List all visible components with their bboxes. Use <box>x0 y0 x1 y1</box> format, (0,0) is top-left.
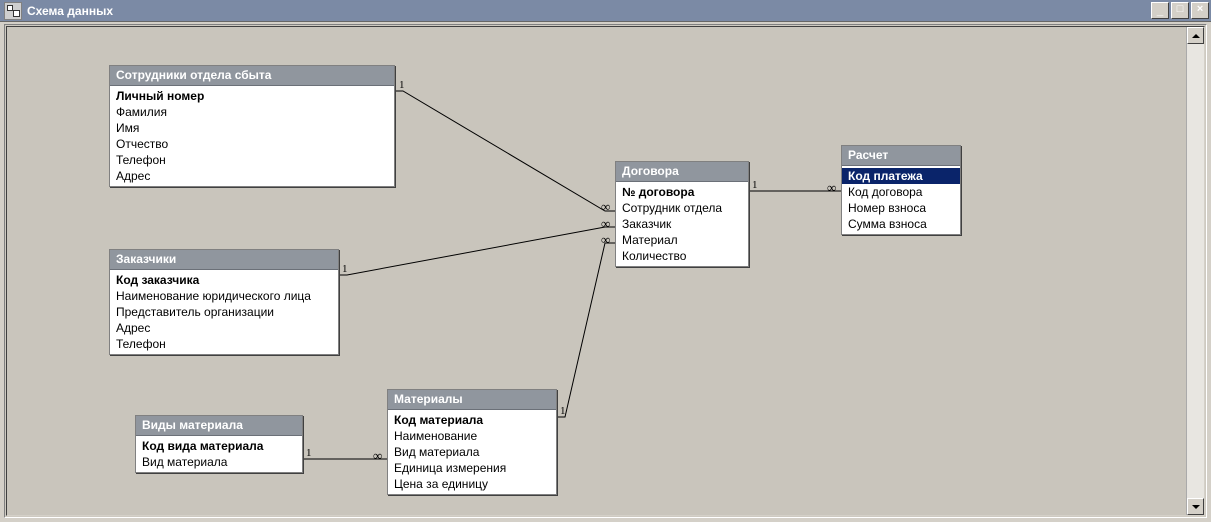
field[interactable]: Номер взноса <box>842 200 960 216</box>
field[interactable]: Наименование <box>388 428 556 444</box>
field[interactable]: Вид материала <box>136 454 302 470</box>
field[interactable]: Телефон <box>110 152 394 168</box>
table-title: Договора <box>616 162 748 182</box>
scroll-up-button[interactable] <box>1187 27 1204 44</box>
table-title: Расчет <box>842 146 960 166</box>
field[interactable]: Адрес <box>110 320 338 336</box>
table-title: Материалы <box>388 390 556 410</box>
cardinality-one: 1 <box>306 447 312 459</box>
titlebar: Схема данных _ □ × <box>0 0 1211 22</box>
maximize-button[interactable]: □ <box>1171 2 1189 19</box>
arrow-down-icon <box>1192 505 1200 509</box>
window-title: Схема данных <box>27 4 1149 18</box>
client-area: 1 ∞ 1 ∞ 1 ∞ 1 ∞ 1 ∞ Сотрудники отдела сб… <box>4 24 1207 518</box>
field[interactable]: Представитель организации <box>110 304 338 320</box>
field-pk[interactable]: Код материала <box>388 412 556 428</box>
field[interactable]: Наименование юридического лица <box>110 288 338 304</box>
arrow-up-icon <box>1192 34 1200 38</box>
field[interactable]: Имя <box>110 120 394 136</box>
scroll-down-button[interactable] <box>1187 498 1204 515</box>
field[interactable]: Отчество <box>110 136 394 152</box>
table-title: Заказчики <box>110 250 338 270</box>
cardinality-one: 1 <box>342 263 348 275</box>
vertical-scrollbar[interactable] <box>1186 27 1204 515</box>
field-pk[interactable]: Код заказчика <box>110 272 338 288</box>
cardinality-many: ∞ <box>373 448 382 464</box>
cardinality-many: ∞ <box>601 199 610 215</box>
cardinality-one: 1 <box>560 405 566 417</box>
cardinality-one: 1 <box>399 79 405 91</box>
close-button[interactable]: × <box>1191 2 1209 19</box>
field[interactable]: Заказчик <box>616 216 748 232</box>
field[interactable]: Телефон <box>110 336 338 352</box>
field[interactable]: Цена за единицу <box>388 476 556 492</box>
table-materials[interactable]: Материалы Код материала Наименование Вид… <box>387 389 557 495</box>
cardinality-one: 1 <box>752 179 758 191</box>
field-pk-selected[interactable]: Код платежа <box>842 168 960 184</box>
field[interactable]: Количество <box>616 248 748 264</box>
minimize-button[interactable]: _ <box>1151 2 1169 19</box>
cardinality-many: ∞ <box>601 216 610 232</box>
field[interactable]: Код договора <box>842 184 960 200</box>
table-title: Сотрудники отдела сбыта <box>110 66 394 86</box>
table-employees[interactable]: Сотрудники отдела сбыта Личный номер Фам… <box>109 65 395 187</box>
field[interactable]: Сотрудник отдела <box>616 200 748 216</box>
cardinality-many: ∞ <box>827 180 836 196</box>
scroll-track[interactable] <box>1187 44 1204 498</box>
table-contracts[interactable]: Договора № договора Сотрудник отдела Зак… <box>615 161 749 267</box>
field-pk[interactable]: № договора <box>616 184 748 200</box>
table-payment[interactable]: Расчет Код платежа Код договора Номер вз… <box>841 145 961 235</box>
table-material-kinds[interactable]: Виды материала Код вида материала Вид ма… <box>135 415 303 473</box>
field[interactable]: Вид материала <box>388 444 556 460</box>
field[interactable]: Единица измерения <box>388 460 556 476</box>
field-pk[interactable]: Код вида материала <box>136 438 302 454</box>
table-title: Виды материала <box>136 416 302 436</box>
table-customers[interactable]: Заказчики Код заказчика Наименование юри… <box>109 249 339 355</box>
field[interactable]: Сумма взноса <box>842 216 960 232</box>
diagram-canvas[interactable]: 1 ∞ 1 ∞ 1 ∞ 1 ∞ 1 ∞ Сотрудники отдела сб… <box>7 27 1204 515</box>
field-pk[interactable]: Личный номер <box>110 88 394 104</box>
field[interactable]: Фамилия <box>110 104 394 120</box>
cardinality-many: ∞ <box>601 232 610 248</box>
field[interactable]: Материал <box>616 232 748 248</box>
app-icon <box>4 2 22 20</box>
field[interactable]: Адрес <box>110 168 394 184</box>
